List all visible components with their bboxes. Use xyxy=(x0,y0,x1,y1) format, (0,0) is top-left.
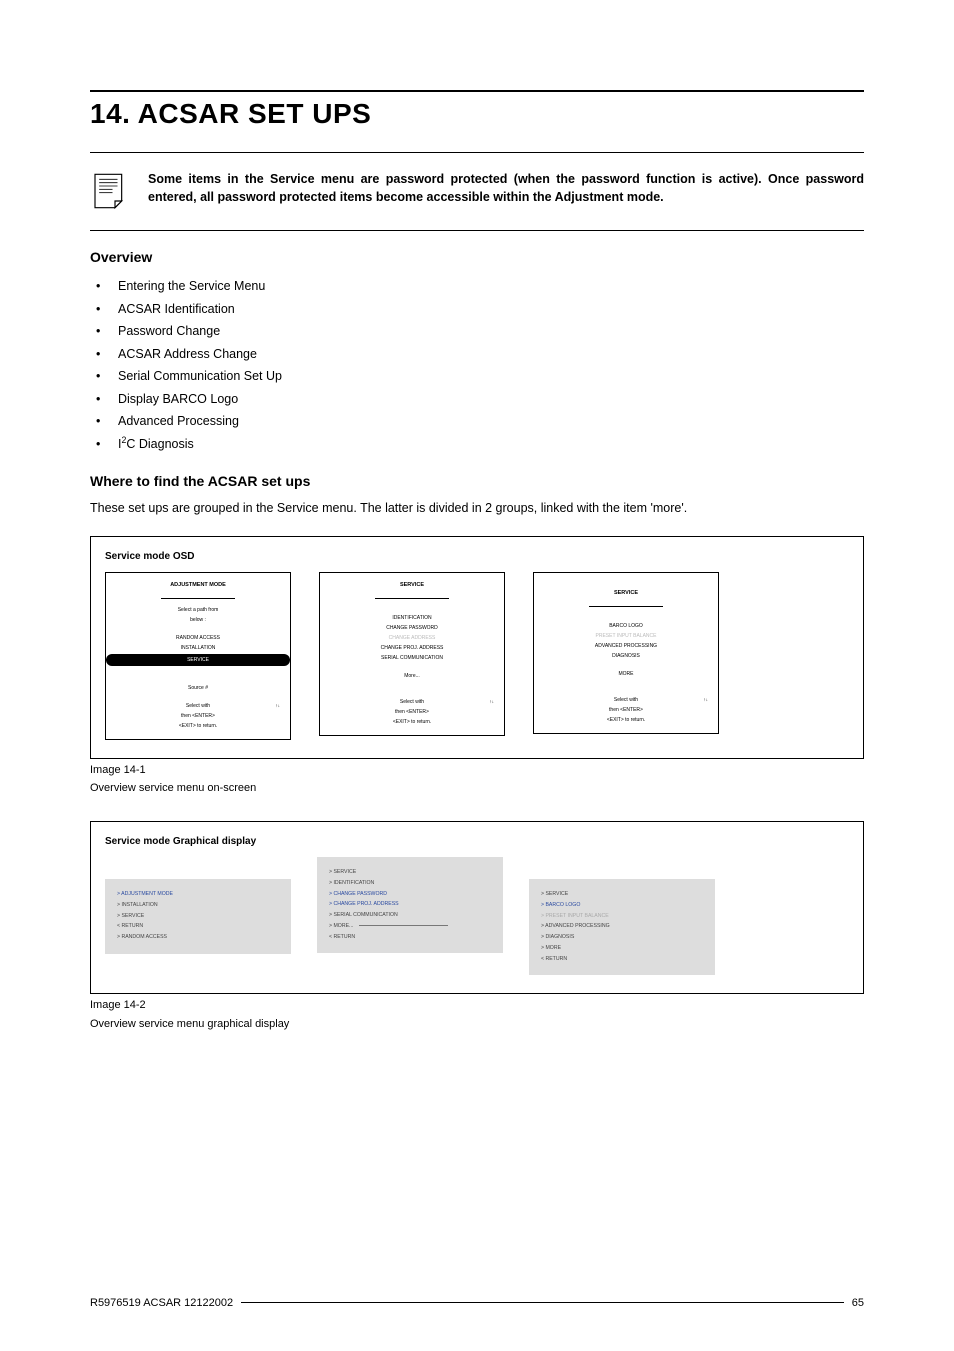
osd-panel-adjustment: ADJUSTMENT MODE Select a path from below… xyxy=(105,572,291,740)
notepad-icon xyxy=(90,171,130,216)
footer-doc-id: R5976519 ACSAR 12122002 xyxy=(90,1297,233,1309)
list-item: ACSAR Address Change xyxy=(96,343,864,366)
list-item: ACSAR Identification xyxy=(96,298,864,321)
osd-panel-service2: SERVICE BARCO LOGO PRESET INPUT BALANCE … xyxy=(533,572,719,734)
figure-box-graphical: Service mode Graphical display > ADJUSTM… xyxy=(90,821,864,994)
gd-item: > INSTALLATION xyxy=(117,900,279,911)
gd-item: > MORE xyxy=(541,944,703,955)
osd-footer: Source # xyxy=(106,683,290,693)
figure2-title: Service mode Graphical display xyxy=(105,836,849,847)
osd-footer: Select with↑↓ xyxy=(320,697,504,707)
gd-item: < RETURN xyxy=(541,955,703,966)
osd-item: ADVANCED PROCESSING xyxy=(534,641,718,651)
osd-item: SERIAL COMMUNICATION xyxy=(320,653,504,663)
osd-panel-service1: SERVICE IDENTIFICATION CHANGE PASSWORD C… xyxy=(319,572,505,736)
osd-item-selected: SERVICE xyxy=(106,654,290,666)
osd-footer: then <ENTER> xyxy=(106,711,290,721)
figure1-title: Service mode OSD xyxy=(105,551,849,562)
osd-item: MORE xyxy=(534,669,718,679)
gd-panel-3: > SERVICE > BARCO LOGO > PRESET INPUT BA… xyxy=(529,879,715,975)
osd-footer: Select with↑↓ xyxy=(534,695,718,705)
osd-header: SERVICE xyxy=(320,581,504,590)
list-item: Entering the Service Menu xyxy=(96,275,864,298)
figure2-caption-b: Overview service menu graphical display xyxy=(90,1017,864,1031)
osd-footer: Select with↑↓ xyxy=(106,701,290,711)
osd-footer: then <ENTER> xyxy=(534,705,718,715)
figure1-caption-a: Image 14-1 xyxy=(90,763,864,777)
gd-item: > ADVANCED PROCESSING xyxy=(541,922,703,933)
osd-footer: then <ENTER> xyxy=(320,707,504,717)
osd-item-dim: CHANGE ADDRESS xyxy=(320,633,504,643)
osd-header: SERVICE xyxy=(534,589,718,598)
osd-header: ADJUSTMENT MODE xyxy=(106,581,290,590)
gd-panel-1: > ADJUSTMENT MODE > INSTALLATION > SERVI… xyxy=(105,879,291,953)
osd-item-dim: PRESET INPUT BALANCE xyxy=(534,631,718,641)
gd-item: > RANDOM ACCESS xyxy=(117,933,279,944)
osd-item: INSTALLATION xyxy=(106,643,290,653)
gd-item: > SERVICE xyxy=(541,889,703,900)
where-body: These set ups are grouped in the Service… xyxy=(90,499,864,518)
list-item: I2C Diagnosis xyxy=(96,433,864,456)
osd-item: DIAGNOSIS xyxy=(534,651,718,661)
osd-footer: <EXIT> to return. xyxy=(106,721,290,731)
gd-item: < RETURN xyxy=(329,933,491,944)
list-item: Advanced Processing xyxy=(96,410,864,433)
figure1-caption-b: Overview service menu on-screen xyxy=(90,781,864,795)
list-item: Password Change xyxy=(96,320,864,343)
osd-item: CHANGE PASSWORD xyxy=(320,623,504,633)
gd-item: > ADJUSTMENT MODE xyxy=(117,889,279,900)
gd-item: > SERVICE xyxy=(329,867,491,878)
osd-item: IDENTIFICATION xyxy=(320,613,504,623)
gd-item: > DIAGNOSIS xyxy=(541,933,703,944)
osd-footer: <EXIT> to return. xyxy=(320,717,504,727)
osd-item: More... xyxy=(320,671,504,681)
osd-item: below : xyxy=(106,615,290,625)
list-item: Display BARCO Logo xyxy=(96,388,864,411)
osd-footer: <EXIT> to return. xyxy=(534,715,718,725)
gd-item: > SERIAL COMMUNICATION xyxy=(329,911,491,922)
osd-item: Select a path from xyxy=(106,605,290,615)
gd-item: > IDENTIFICATION xyxy=(329,878,491,889)
overview-heading: Overview xyxy=(90,249,864,265)
gd-panel-2: > SERVICE > IDENTIFICATION > CHANGE PASS… xyxy=(317,857,503,953)
info-note: Some items in the Service menu are passw… xyxy=(148,171,864,206)
list-item: Serial Communication Set Up xyxy=(96,365,864,388)
footer-page-number: 65 xyxy=(852,1297,864,1309)
gd-item-dim: > PRESET INPUT BALANCE xyxy=(541,911,703,922)
osd-item: RANDOM ACCESS xyxy=(106,633,290,643)
gd-item: > CHANGE PASSWORD xyxy=(329,889,491,900)
figure2-caption-a: Image 14-2 xyxy=(90,998,864,1012)
osd-item: CHANGE PROJ. ADDRESS xyxy=(320,643,504,653)
gd-item: < RETURN xyxy=(117,922,279,933)
gd-item: > SERVICE xyxy=(117,911,279,922)
gd-item: > MORE... xyxy=(329,922,491,933)
page-footer: R5976519 ACSAR 12122002 65 xyxy=(90,1297,864,1309)
page-title: 14. ACSAR SET UPS xyxy=(90,98,864,130)
where-heading: Where to find the ACSAR set ups xyxy=(90,473,864,489)
gd-item: > BARCO LOGO xyxy=(541,900,703,911)
gd-item: > CHANGE PROJ. ADDRESS xyxy=(329,900,491,911)
figure-box-osd: Service mode OSD ADJUSTMENT MODE Select … xyxy=(90,536,864,759)
osd-item: BARCO LOGO xyxy=(534,621,718,631)
